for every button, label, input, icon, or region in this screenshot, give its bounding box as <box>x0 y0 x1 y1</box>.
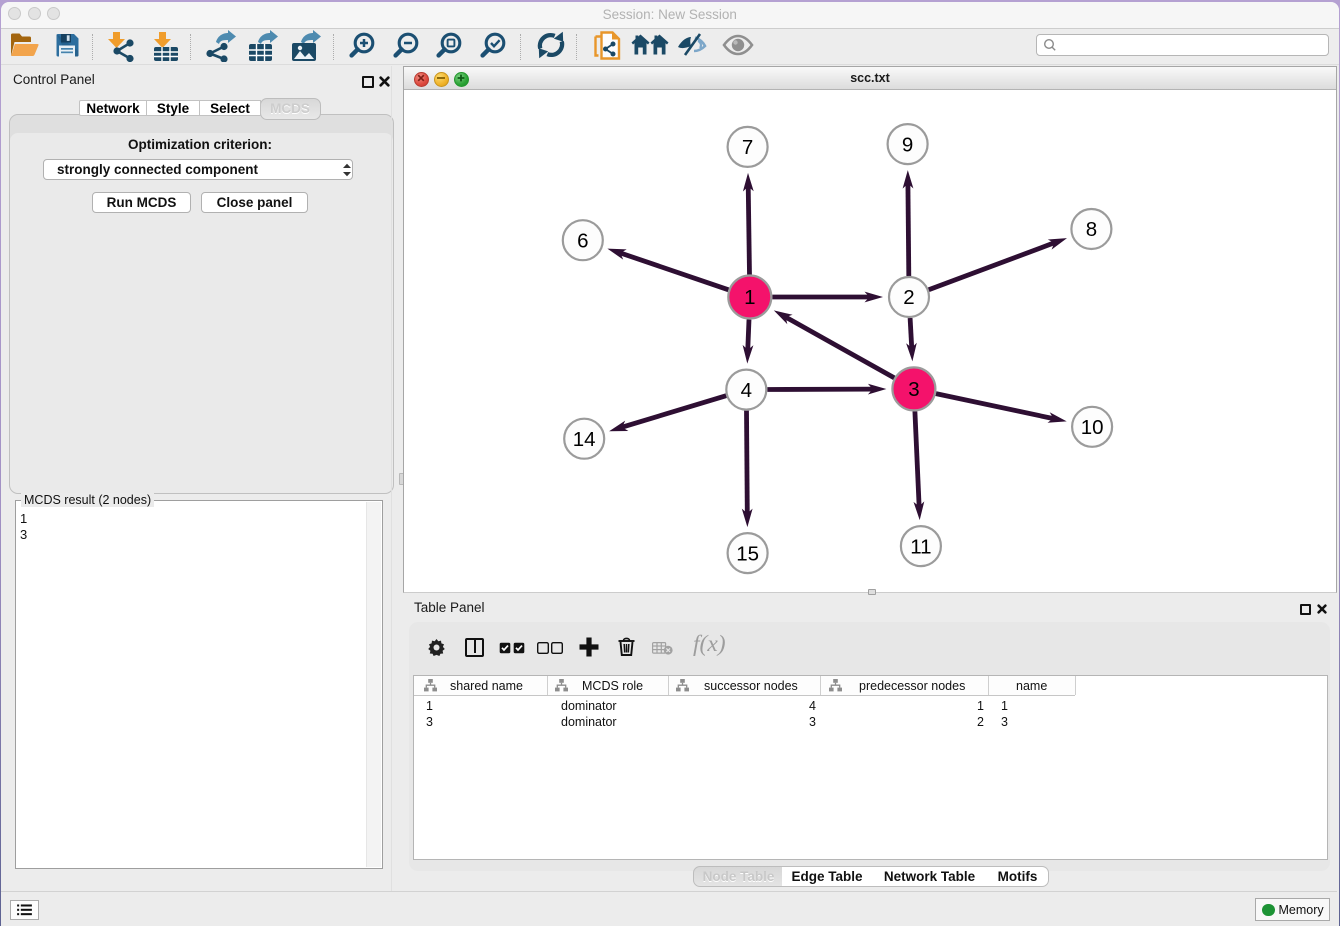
svg-text:9: 9 <box>902 133 913 156</box>
svg-text:4: 4 <box>741 379 752 402</box>
svg-text:15: 15 <box>736 542 759 565</box>
svg-text:2: 2 <box>903 286 914 309</box>
svg-text:7: 7 <box>742 136 753 159</box>
svg-text:14: 14 <box>573 428 596 451</box>
svg-text:11: 11 <box>910 535 931 558</box>
svg-text:6: 6 <box>577 229 588 252</box>
svg-text:3: 3 <box>908 378 919 401</box>
svg-text:10: 10 <box>1081 416 1104 439</box>
svg-text:8: 8 <box>1086 218 1097 241</box>
svg-text:1: 1 <box>744 286 755 309</box>
